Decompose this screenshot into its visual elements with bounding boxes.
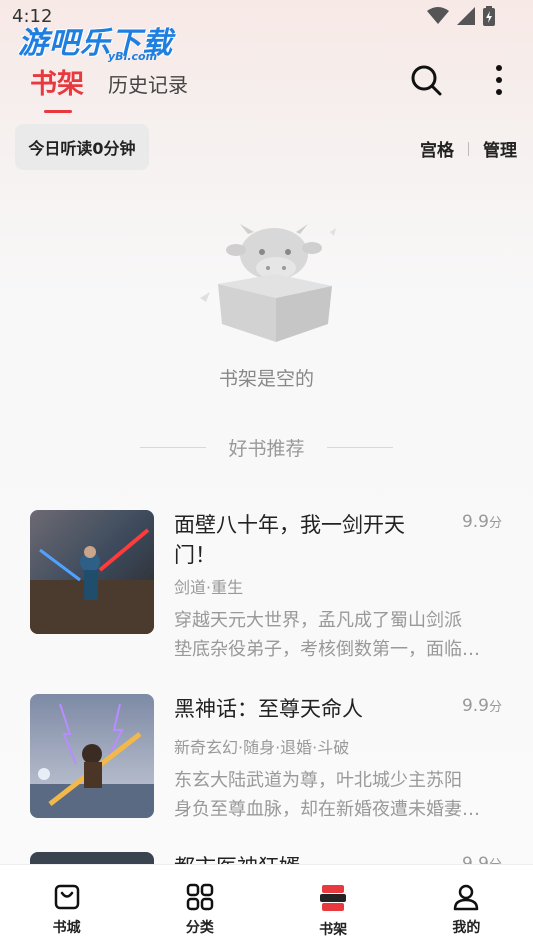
grid-icon [186,883,214,911]
book-title[interactable]: 黑神话：至尊天命人 [174,694,444,724]
score-unit: 分 [488,700,502,715]
nav-bookstore[interactable]: 书城 [0,865,133,948]
bookshelf-icon [320,885,347,911]
read-time-chip[interactable]: 今日听读0分钟 [15,124,149,170]
empty-shelf-text: 书架是空的 [218,368,314,390]
top-tabs: 书架 历史记录 [30,62,188,113]
tab-history[interactable]: 历史记录 [108,69,188,101]
book-cover[interactable] [30,510,154,634]
book-cover[interactable] [30,852,154,864]
recommend-title: 好书推荐 [228,438,305,460]
score-unit: 分 [488,516,502,531]
more-button[interactable] [487,64,511,96]
more-vertical-icon [496,65,502,95]
bottom-nav: 书城 分类 书架 我的 [0,864,533,948]
nav-label: 我的 [452,920,481,936]
divider-left [140,447,207,448]
recommend-header: 好书推荐 [0,434,533,461]
book-description-line: 垫底杂役弟子，考核倒数第一，面临… [174,639,480,660]
wifi-icon [427,7,449,24]
shelf-actions: 宫格 管理 [420,136,517,161]
search-icon [411,65,442,96]
nav-label: 书城 [52,920,81,936]
book-card[interactable]: 面壁八十年，我一剑开天门！ 9.9分 剑道·重生 穿越天元大世界，孟凡成了蜀山剑… [30,510,506,660]
empty-cow-illustration [196,224,338,344]
book-tags: 新奇玄幻·随身·退婚·斗破 [174,738,350,757]
status-icons [427,6,495,26]
user-icon [454,884,479,911]
score-value: 9.9 [461,854,489,864]
divider-right [326,447,393,448]
nav-category[interactable]: 分类 [133,865,266,948]
book-title[interactable]: 都市医神狂婿 [174,852,444,864]
book-score: 9.9分 [462,696,502,716]
book-cover[interactable] [30,694,154,818]
score-value: 9.9 [461,696,489,716]
nav-mine[interactable]: 我的 [400,865,533,948]
book-score: 9.9分 [462,512,502,532]
divider [468,141,469,156]
tab-bookshelf[interactable]: 书架 [30,62,84,113]
book-description-line: 穿越天元大世界，孟凡成了蜀山剑派 [174,610,462,631]
search-button[interactable] [410,64,442,96]
book-card[interactable]: 都市医神狂婿 9.9分 [30,852,506,864]
nav-label: 书架 [319,922,348,938]
book-score: 9.9分 [462,854,502,864]
book-description: 穿越天元大世界，孟凡成了蜀山剑派 垫底杂役弟子，考核倒数第一，面临… [174,606,504,664]
book-description-line: 身负至尊血脉，却在新婚夜遭未婚妻… [174,799,480,820]
nav-label: 分类 [185,920,214,936]
book-title[interactable]: 面壁八十年，我一剑开天门！ [174,510,444,570]
score-value: 9.9 [461,512,489,532]
battery-icon [483,6,495,26]
manage-button[interactable]: 管理 [483,136,517,161]
grid-view-button[interactable]: 宫格 [420,136,454,161]
signal-icon [457,7,475,25]
nav-bookshelf[interactable]: 书架 [267,865,400,948]
book-description-line: 东玄大陆武道为尊，叶北城少主苏阳 [174,770,462,791]
shopping-bag-icon [54,884,79,910]
book-card[interactable]: 黑神话：至尊天命人 9.9分 新奇玄幻·随身·退婚·斗破 东玄大陆武道为尊，叶北… [30,694,506,834]
book-description: 东玄大陆武道为尊，叶北城少主苏阳 身负至尊血脉，却在新婚夜遭未婚妻… [174,766,504,824]
book-tags: 剑道·重生 [174,578,244,597]
